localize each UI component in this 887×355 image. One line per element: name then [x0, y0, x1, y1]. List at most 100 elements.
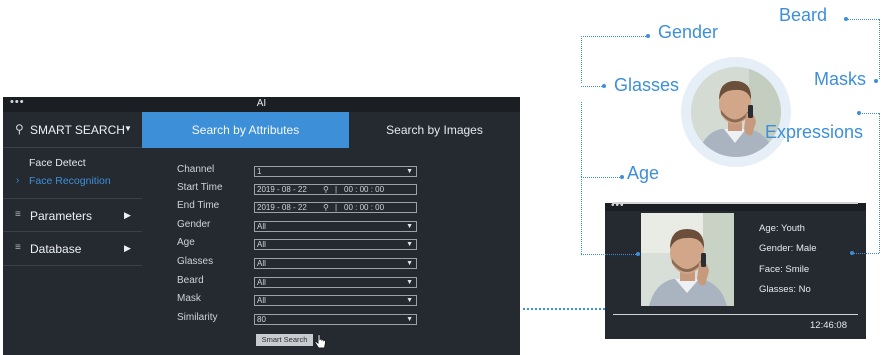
- sidebar: ⚲ SMART SEARCH ▼ Face Detect › Face Reco…: [3, 112, 142, 355]
- mask-value: All: [257, 296, 266, 305]
- search-icon: ⚲: [323, 185, 329, 194]
- connector-line: [859, 113, 879, 114]
- connector-line: [581, 36, 582, 83]
- face-photo: [641, 213, 734, 306]
- end-clock-value: 00 : 00 : 00: [344, 203, 385, 212]
- start-clock-value: 00 : 00 : 00: [344, 185, 385, 194]
- result-age: Age: Youth: [759, 223, 805, 234]
- chevron-right-icon: ›: [16, 175, 20, 186]
- connector-dot: [602, 84, 606, 88]
- similarity-select[interactable]: 80 ▼: [254, 314, 417, 325]
- beard-value: All: [257, 278, 266, 287]
- attribute-gender: Gender: [658, 22, 719, 42]
- result-glasses: Glasses: No: [759, 284, 811, 295]
- dropdown-arrow-icon: ▼: [406, 316, 413, 323]
- dropdown-arrow-icon: ▼: [406, 260, 413, 267]
- glasses-select[interactable]: All ▼: [254, 258, 417, 269]
- dropdown-arrow-icon: ▼: [406, 223, 413, 230]
- glasses-label: Glasses: [177, 256, 214, 267]
- divider: |: [335, 203, 338, 212]
- connector-line: [879, 19, 880, 79]
- sidebar-item-face-detect[interactable]: Face Detect: [29, 157, 86, 169]
- similarity-label: Similarity: [177, 312, 218, 323]
- similarity-value: 80: [257, 315, 266, 324]
- age-value: All: [257, 240, 266, 249]
- connector-dot: [844, 17, 848, 21]
- tab-search-by-attributes[interactable]: Search by Attributes: [142, 112, 349, 148]
- result-timestamp: 12:46:08: [810, 320, 847, 331]
- divider: [613, 314, 858, 315]
- attribute-age: Age: [627, 163, 660, 183]
- sidebar-item-database[interactable]: ≡ Database ▶: [3, 232, 142, 266]
- attribute-beard: Beard: [779, 5, 828, 25]
- window-title: AI: [256, 98, 267, 109]
- age-label: Age: [177, 237, 195, 248]
- result-face: Face: Smile: [759, 264, 810, 275]
- smart-search-label: SMART SEARCH: [30, 123, 125, 137]
- age-select[interactable]: All ▼: [254, 239, 417, 250]
- dropdown-arrow-icon: ▼: [406, 241, 413, 248]
- connector-line: [879, 113, 880, 253]
- attribute-masks: Masks: [814, 69, 867, 89]
- connector-dot: [850, 251, 854, 255]
- result-titlebar: •••: [605, 200, 866, 211]
- gender-select[interactable]: All ▼: [254, 221, 417, 232]
- result-gender: Gender: Male: [759, 243, 817, 254]
- end-date-value: 2019 - 08 - 22: [257, 203, 307, 212]
- sidebar-item-face-recognition[interactable]: Face Recognition: [29, 175, 111, 187]
- smart-search-menu[interactable]: ⚲ SMART SEARCH ▼: [3, 112, 142, 148]
- divider: |: [335, 185, 338, 194]
- gender-label: Gender: [177, 219, 211, 230]
- attribute-glasses: Glasses: [614, 75, 680, 95]
- attribute-expressions: Expressions: [765, 122, 864, 142]
- caret-right-icon: ▶: [124, 210, 131, 220]
- avatar: [691, 67, 781, 157]
- window-titlebar: ••• AI: [3, 97, 520, 112]
- connector-line: [581, 86, 604, 87]
- man-portrait-image: [691, 67, 781, 157]
- beard-label: Beard: [177, 275, 204, 286]
- glasses-value: All: [257, 259, 266, 268]
- divider: [613, 203, 858, 204]
- list-icon: ≡: [15, 209, 21, 220]
- channel-select[interactable]: 1 ▼: [254, 166, 417, 177]
- sidebar-item-parameters[interactable]: ≡ Parameters ▶: [3, 198, 142, 232]
- connector-line: [581, 254, 638, 255]
- dropdown-arrow-icon: ▼: [406, 168, 413, 175]
- man-portrait-image: [641, 213, 734, 306]
- connector-line: [523, 308, 605, 310]
- gender-value: All: [257, 222, 266, 231]
- parameters-label: Parameters: [30, 209, 93, 223]
- connector-dot: [646, 34, 650, 38]
- connector-dot: [857, 111, 861, 115]
- hand-cursor-icon: [314, 334, 326, 349]
- beard-select[interactable]: All ▼: [254, 277, 417, 288]
- connector-line: [581, 36, 648, 37]
- smart-search-button[interactable]: Smart Search: [256, 334, 313, 346]
- caret-right-icon: ▶: [124, 243, 131, 253]
- mask-select[interactable]: All ▼: [254, 295, 417, 306]
- search-icon: ⚲: [15, 122, 24, 136]
- search-icon: ⚲: [323, 203, 329, 212]
- connector-dot: [636, 252, 640, 256]
- dropdown-arrow-icon: ▼: [406, 279, 413, 286]
- connector-line: [581, 177, 582, 254]
- connector-line: [846, 19, 879, 20]
- channel-value: 1: [257, 167, 262, 176]
- dropdown-arrow-icon: ▼: [406, 297, 413, 304]
- connector-line: [852, 253, 879, 254]
- mask-label: Mask: [177, 293, 201, 304]
- end-time-label: End Time: [177, 200, 220, 211]
- end-time-field[interactable]: 2019 - 08 - 22 ⚲ | 00 : 00 : 00: [254, 202, 417, 213]
- start-time-field[interactable]: 2019 - 08 - 22 ⚲ | 00 : 00 : 00: [254, 184, 417, 195]
- connector-dot: [874, 79, 878, 83]
- start-time-label: Start Time: [177, 182, 223, 193]
- tab-search-by-images[interactable]: Search by Images: [349, 112, 520, 148]
- caret-down-icon: ▼: [124, 124, 132, 133]
- connector-line: [581, 102, 582, 177]
- connector-line: [581, 177, 622, 178]
- database-label: Database: [30, 242, 82, 256]
- connector-dot: [620, 175, 624, 179]
- database-icon: ≡: [15, 242, 21, 253]
- channel-label: Channel: [177, 164, 215, 175]
